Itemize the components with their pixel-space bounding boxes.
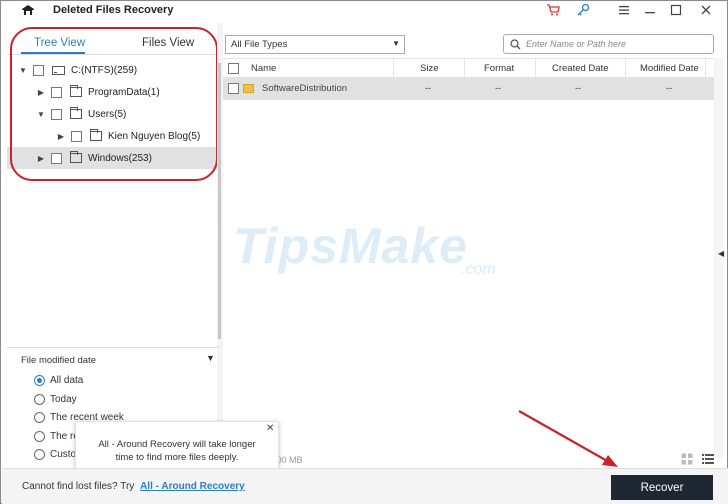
menu-icon[interactable] [616, 3, 632, 17]
maximize-icon[interactable] [668, 3, 684, 17]
filter-divider [7, 347, 219, 348]
tooltip-line-2: time to find more files deeply. [115, 452, 239, 463]
cell-modified: -- [666, 83, 673, 94]
radio-today[interactable]: Today [34, 391, 77, 407]
column-divider [393, 59, 394, 78]
cell-format: -- [495, 83, 502, 94]
collapse-panel-icon[interactable]: ◀ [718, 249, 724, 258]
radio-all-data[interactable]: All data [34, 372, 83, 388]
cart-icon[interactable] [545, 3, 561, 17]
radio-label: Custo [50, 448, 77, 460]
bottom-prompt-text: Cannot find lost files? Try [22, 481, 135, 492]
radio-custom[interactable]: Custo [34, 446, 76, 462]
radio-button[interactable] [34, 448, 45, 460]
column-divider [625, 59, 626, 78]
bottom-bar: Cannot find lost files? Try All - Around… [2, 468, 728, 504]
radio-button[interactable] [34, 393, 45, 405]
radio-label: All data [50, 374, 84, 386]
table-row[interactable]: SoftwareDistribution -- -- -- -- [223, 78, 714, 100]
radio-button[interactable] [34, 374, 45, 386]
chevron-down-icon: ▼ [392, 39, 400, 48]
cell-created: -- [575, 83, 582, 94]
app-logo-icon [22, 5, 34, 15]
window-title: Deleted Files Recovery [53, 4, 174, 16]
close-icon[interactable]: ✕ [266, 423, 274, 434]
radio-button[interactable] [34, 411, 45, 423]
select-all-checkbox[interactable] [228, 63, 239, 74]
cell-name: SoftwareDistribution [262, 83, 348, 94]
watermark-logo: TipsMake [233, 218, 468, 274]
filter-title: File modified date [21, 355, 96, 366]
row-checkbox[interactable] [228, 83, 239, 94]
watermark-domain: .com [461, 261, 496, 278]
list-view-icon[interactable] [702, 453, 714, 465]
key-icon[interactable] [575, 3, 591, 17]
column-name[interactable]: Name [251, 63, 276, 74]
app-window: Deleted Files Recovery Tree View Files V… [0, 0, 728, 504]
grid-view-icon[interactable] [681, 453, 693, 465]
radio-recent-month[interactable]: The re [34, 428, 79, 444]
column-created-date[interactable]: Created Date [552, 63, 609, 74]
cell-size: -- [425, 83, 432, 94]
search-box[interactable] [503, 34, 714, 54]
column-size[interactable]: Size [420, 63, 438, 74]
minimize-icon[interactable] [642, 3, 658, 17]
column-divider [705, 59, 706, 78]
recovery-tooltip: ✕ All - Around Recovery will take longer… [75, 421, 279, 473]
file-grid-header: Name Size Format Created Date Modified D… [223, 58, 714, 78]
recover-button[interactable]: Recover [611, 475, 713, 500]
radio-button[interactable] [34, 430, 45, 442]
tooltip-line-1: All - Around Recovery will take longer [98, 439, 256, 450]
chevron-down-icon[interactable]: ▼ [206, 353, 215, 363]
bottom-prompt: Cannot find lost files? Try All - Around… [22, 481, 245, 492]
folder-icon [243, 84, 254, 93]
file-type-value: All File Types [231, 39, 288, 50]
left-scrollbar-thumb[interactable] [218, 63, 221, 339]
all-around-recovery-link[interactable]: All - Around Recovery [140, 481, 245, 492]
right-scrollbar[interactable] [714, 58, 723, 458]
title-bar: Deleted Files Recovery [1, 1, 727, 21]
search-icon [510, 39, 521, 50]
close-icon[interactable] [698, 3, 714, 17]
column-divider [535, 59, 536, 78]
column-modified-date[interactable]: Modified Date [640, 63, 699, 74]
search-input[interactable] [526, 37, 706, 51]
column-divider [464, 59, 465, 78]
column-format[interactable]: Format [484, 63, 514, 74]
radio-label: Today [50, 393, 77, 405]
tooltip-text: All - Around Recovery will take longer t… [84, 438, 270, 464]
file-type-select[interactable]: All File Types ▼ [225, 35, 405, 54]
annotation-highlight-oval [10, 27, 218, 181]
